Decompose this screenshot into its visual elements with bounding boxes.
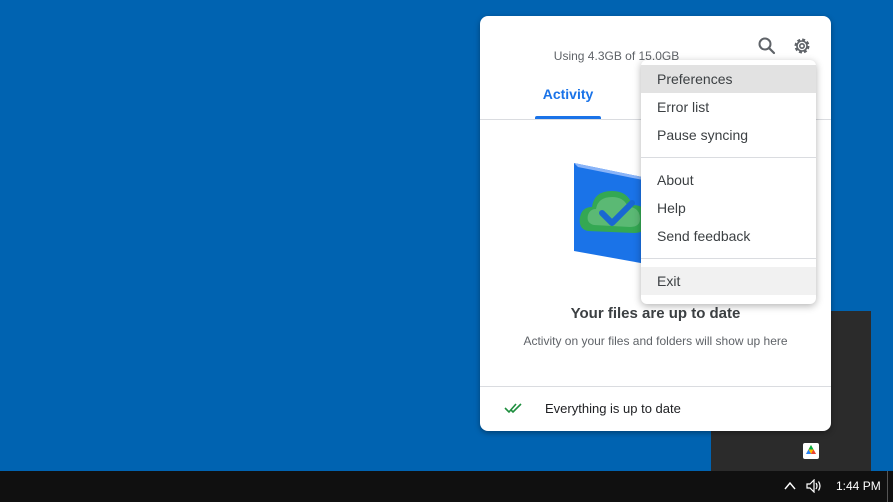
menu-item-exit[interactable]: Exit	[641, 267, 816, 295]
settings-menu: Preferences Error list Pause syncing Abo…	[641, 60, 816, 304]
tab-activity-label: Activity	[542, 86, 594, 102]
menu-item-send-feedback[interactable]: Send feedback	[641, 222, 816, 250]
menu-item-label: Preferences	[657, 71, 733, 87]
menu-item-label: Exit	[657, 273, 681, 289]
search-icon[interactable]	[755, 34, 779, 58]
status-subtitle: Activity on your files and folders will …	[523, 334, 788, 348]
menu-item-error-list[interactable]: Error list	[641, 93, 816, 121]
menu-divider	[641, 157, 816, 158]
menu-item-preferences[interactable]: Preferences	[641, 65, 816, 93]
menu-item-pause-syncing[interactable]: Pause syncing	[641, 121, 816, 149]
menu-item-label: About	[657, 172, 694, 188]
google-drive-tray-icon[interactable]	[803, 443, 819, 459]
volume-icon[interactable]	[806, 478, 824, 494]
menu-divider	[641, 258, 816, 259]
menu-item-about[interactable]: About	[641, 166, 816, 194]
taskbar: 1:44 PM	[0, 471, 893, 502]
menu-item-label: Pause syncing	[657, 127, 749, 143]
taskbar-clock[interactable]: 1:44 PM	[836, 479, 881, 493]
gear-icon[interactable]	[790, 34, 814, 58]
menu-item-label: Error list	[657, 99, 710, 115]
chevron-up-icon[interactable]	[783, 479, 797, 493]
footer-divider	[480, 386, 831, 387]
menu-item-label: Send feedback	[657, 228, 751, 244]
double-check-icon	[504, 401, 524, 415]
tab-activity[interactable]: Activity	[535, 86, 601, 119]
menu-item-help[interactable]: Help	[641, 194, 816, 222]
status-title: Your files are up to date	[570, 305, 741, 322]
footer-status: Everything is up to date	[545, 401, 681, 416]
menu-item-label: Help	[657, 200, 686, 216]
show-desktop-button[interactable]	[887, 471, 888, 502]
